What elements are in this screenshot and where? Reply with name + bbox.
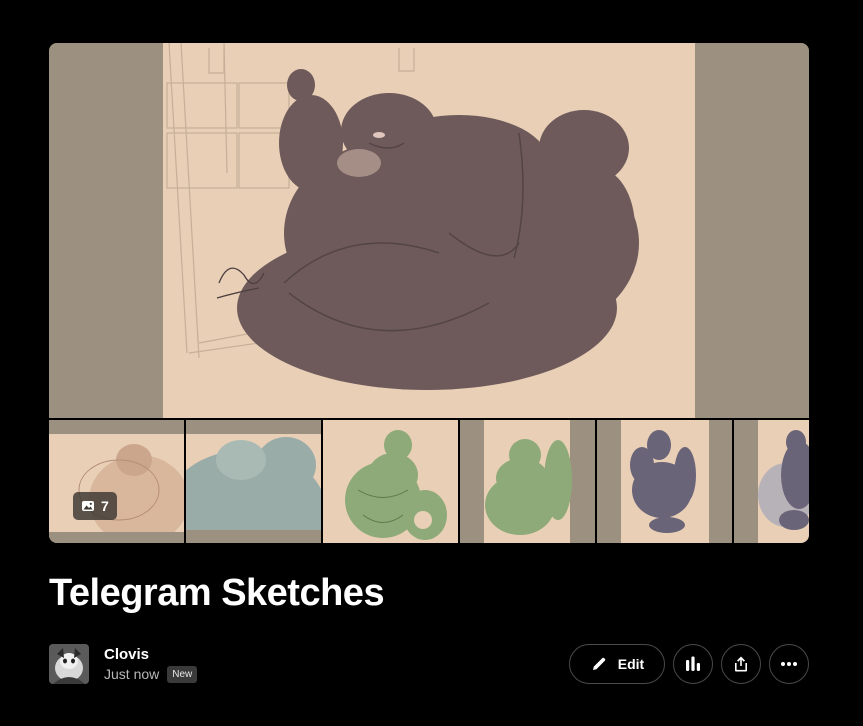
thumbnail-1[interactable]: 7	[49, 420, 184, 543]
author-section: Clovis Just now New	[49, 644, 198, 684]
share-icon	[735, 656, 747, 672]
main-artwork	[49, 43, 809, 418]
author-meta-row: Just now New	[104, 665, 198, 683]
post-page: 7 Telegram Sketches Clovis Just now New …	[0, 0, 863, 726]
thumbnail-3-art	[323, 420, 458, 543]
image-icon	[82, 501, 94, 511]
more-icon	[781, 662, 797, 666]
author-meta: Clovis Just now New	[104, 646, 198, 683]
new-badge: New	[167, 665, 198, 683]
avatar-image	[49, 644, 89, 684]
thumbnail-5-art	[597, 420, 732, 543]
thumbnail-6-art	[734, 420, 809, 543]
avatar[interactable]	[49, 644, 89, 684]
post-title: Telegram Sketches	[49, 572, 385, 614]
thumbnail-1-art	[49, 420, 184, 543]
main-image[interactable]	[49, 43, 809, 418]
thumbnail-2-art	[186, 420, 321, 543]
more-button[interactable]	[769, 644, 809, 684]
edit-button[interactable]: Edit	[569, 644, 665, 684]
thumbnail-5[interactable]	[597, 420, 732, 543]
image-count-badge: 7	[73, 492, 117, 520]
pencil-icon	[592, 657, 606, 670]
post-timestamp: Just now	[104, 666, 160, 682]
image-count: 7	[101, 498, 109, 514]
thumbnail-2[interactable]	[186, 420, 321, 543]
thumbnail-3[interactable]	[323, 420, 458, 543]
thumbnail-strip: 7	[49, 420, 809, 543]
stats-button[interactable]	[673, 644, 713, 684]
share-button[interactable]	[721, 644, 761, 684]
thumbnail-6[interactable]	[734, 420, 809, 543]
post-actions: Edit	[569, 644, 809, 684]
author-name[interactable]: Clovis	[104, 646, 197, 663]
bar-chart-icon	[686, 656, 700, 671]
thumbnail-4[interactable]	[460, 420, 595, 543]
image-gallery: 7	[49, 43, 809, 543]
thumbnail-4-art	[460, 420, 595, 543]
edit-label: Edit	[617, 656, 645, 672]
